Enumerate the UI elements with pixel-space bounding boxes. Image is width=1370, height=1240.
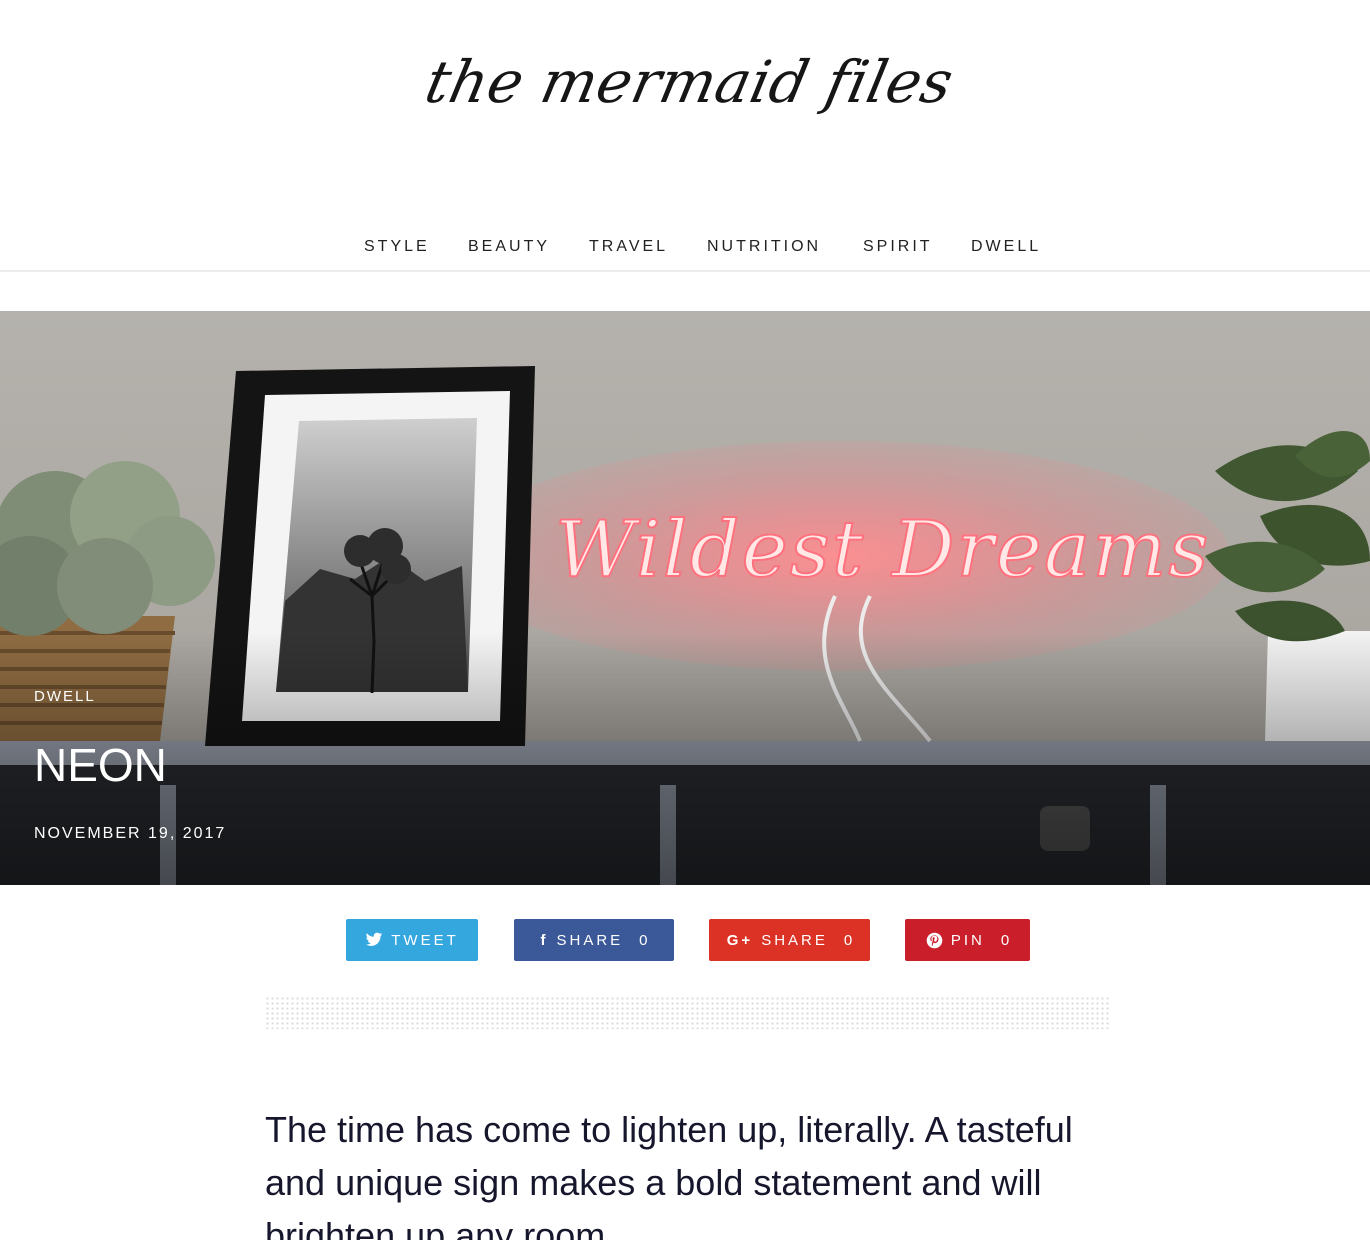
dotted-divider <box>265 996 1110 1029</box>
neon-room-illustration: Wildest Dreams <box>0 311 1370 885</box>
google-share-label: SHARE <box>761 931 828 949</box>
nav-item-dwell[interactable]: DWELL <box>971 238 1041 256</box>
facebook-icon: f <box>540 931 549 949</box>
nav-item-nutrition[interactable]: NUTRITION <box>707 238 821 256</box>
small-object <box>1040 806 1090 851</box>
facebook-share-count: 0 <box>639 931 648 949</box>
nav-item-travel[interactable]: TRAVEL <box>589 238 668 256</box>
pinterest-label: PIN <box>950 931 985 949</box>
facebook-share-button[interactable]: f SHARE 0 <box>514 919 674 961</box>
neon-sign-text: Wildest Dreams <box>555 505 1210 595</box>
post-category[interactable]: DWELL <box>34 688 96 705</box>
pinterest-icon <box>926 932 943 949</box>
frame <box>205 366 535 746</box>
nav-item-beauty[interactable]: BEAUTY <box>468 238 550 256</box>
shelf-divider <box>660 785 676 885</box>
post-date: NOVEMBER 19, 2017 <box>34 825 227 842</box>
tweet-label: TWEET <box>391 931 459 949</box>
tweet-button[interactable]: TWEET <box>346 919 478 961</box>
twitter-icon <box>365 932 383 948</box>
nav-item-spirit[interactable]: SPIRIT <box>863 238 933 256</box>
page: the mermaid files STYLE BEAUTY TRAVEL NU… <box>0 0 1370 1240</box>
pinterest-count: 0 <box>1000 931 1010 949</box>
article-intro: The time has come to lighten up, literal… <box>265 1109 1073 1240</box>
shelf-divider <box>1150 785 1166 885</box>
google-plus-icon: G+ <box>726 931 754 949</box>
google-share-count: 0 <box>843 931 853 949</box>
hero-image[interactable]: Wildest Dreams <box>0 311 1370 885</box>
google-share-button[interactable]: G+ SHARE 0 <box>709 919 870 961</box>
nav-item-style[interactable]: STYLE <box>364 238 430 256</box>
main-navigation: STYLE BEAUTY TRAVEL NUTRITION SPIRIT DWE… <box>0 232 1370 272</box>
site-header: the mermaid files <box>0 0 1370 212</box>
pinterest-pin-button[interactable]: PIN 0 <box>905 919 1030 961</box>
facebook-share-label: SHARE <box>556 931 624 949</box>
site-logo[interactable]: the mermaid files <box>420 36 960 128</box>
post-title: NEON <box>34 739 167 791</box>
